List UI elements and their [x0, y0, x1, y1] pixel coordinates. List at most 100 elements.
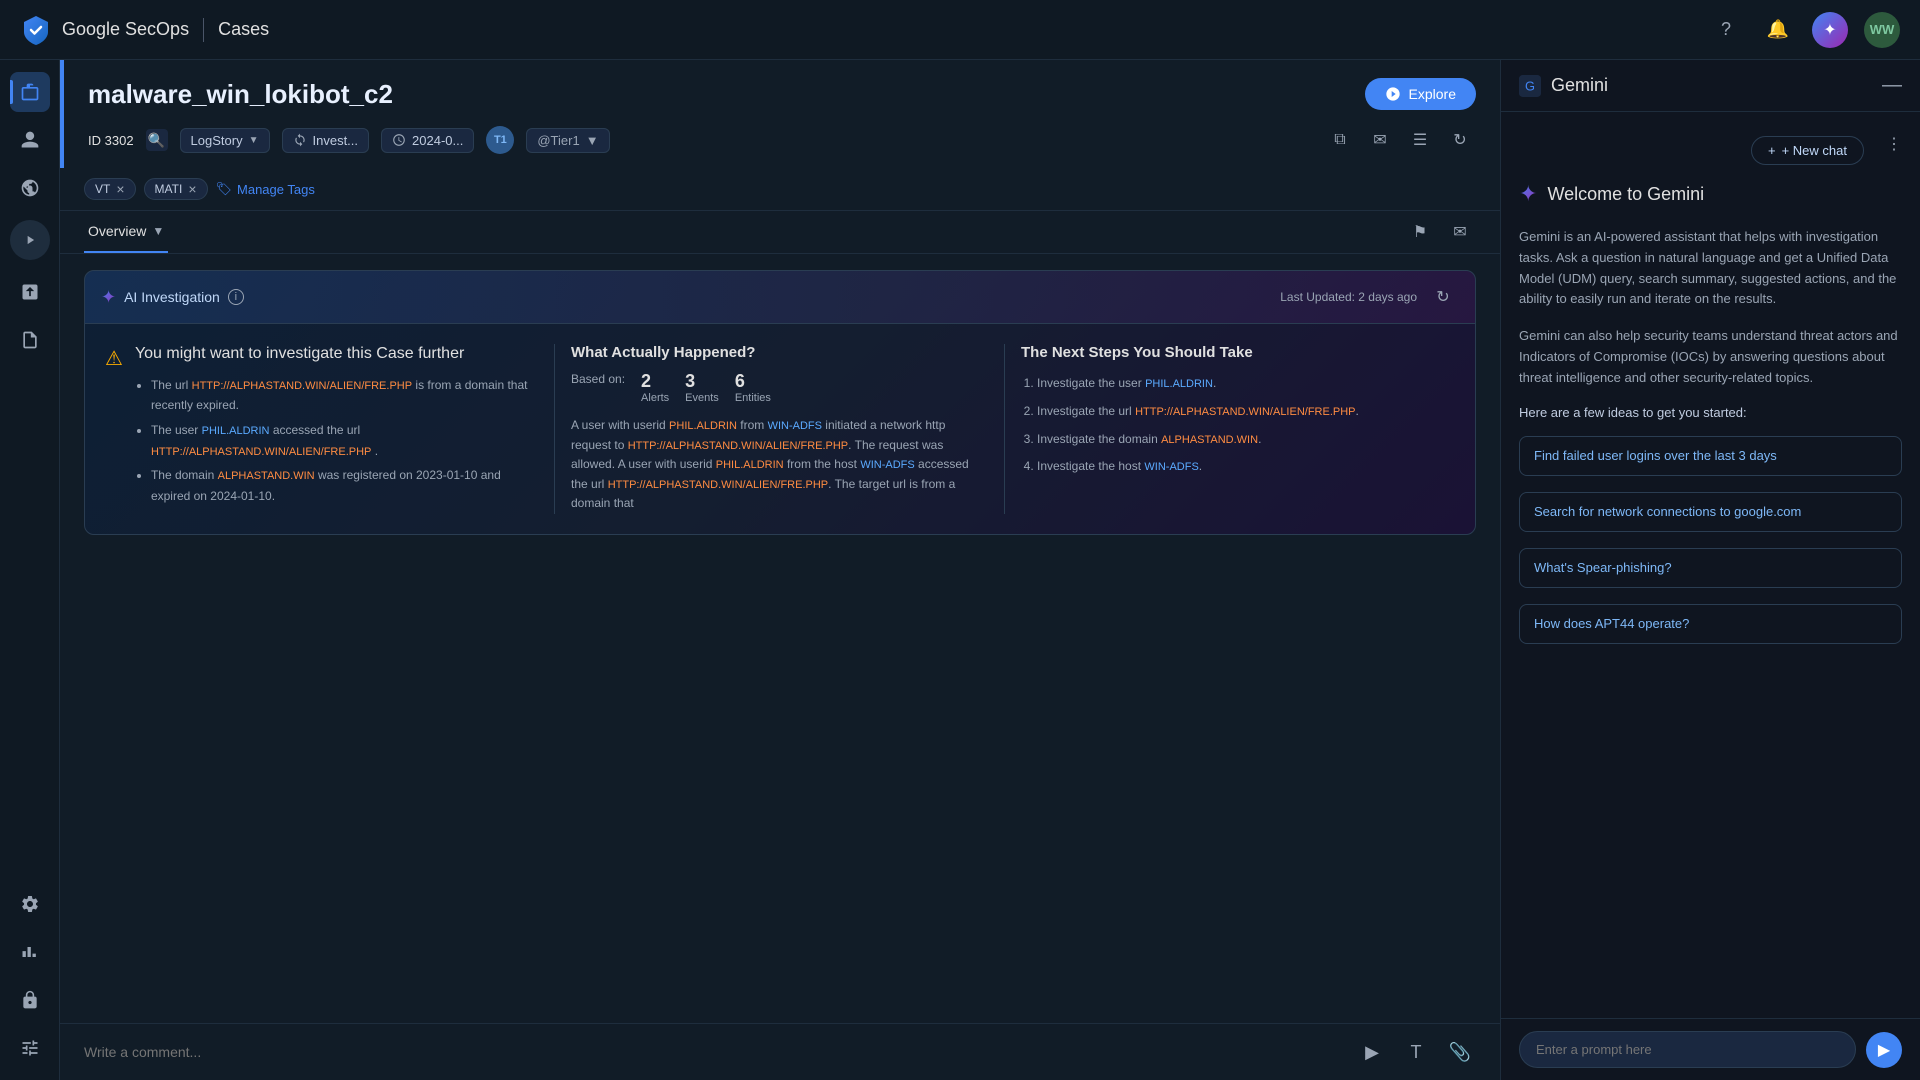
- sidebar-expand-btn[interactable]: [10, 220, 50, 260]
- date-label: 2024-0...: [412, 133, 463, 148]
- alerts-stat: 2 Alerts: [641, 371, 669, 404]
- meta-actions: ⧉ ✉ ☰ ↻: [1324, 124, 1476, 156]
- app-title: Google SecOps: [62, 19, 189, 40]
- comment-send-btn[interactable]: ▶: [1356, 1036, 1388, 1068]
- overview-action-2[interactable]: ✉: [1444, 216, 1476, 248]
- gemini-suggestion-2[interactable]: Search for network connections to google…: [1519, 492, 1902, 532]
- tag-mati-label: MATI: [155, 182, 183, 196]
- manage-tags-label: Manage Tags: [237, 182, 315, 197]
- comment-bar: ▶ T 📎: [60, 1023, 1500, 1080]
- sidebar-item-users[interactable]: [10, 120, 50, 160]
- warning-title: You might want to investigate this Case …: [135, 344, 538, 365]
- warning-list: The url HTTP://ALPHASTAND.WIN/ALIEN/FRE.…: [135, 375, 538, 507]
- sidebar-item-reports[interactable]: [10, 320, 50, 360]
- overview-action-1[interactable]: ⚑: [1404, 216, 1436, 248]
- ai-inv-header: ✦ AI Investigation i Last Updated: 2 day…: [85, 271, 1475, 324]
- gemini-send-btn[interactable]: ▶: [1866, 1032, 1902, 1068]
- gemini-suggestion-3[interactable]: What's Spear-phishing?: [1519, 548, 1902, 588]
- sidebar-item-metrics[interactable]: [10, 932, 50, 972]
- comment-input[interactable]: [84, 1044, 1344, 1060]
- ai-inv-title-row: ✦ AI Investigation i: [101, 287, 244, 308]
- topnav-actions: ? 🔔 ✦ WW: [1708, 12, 1900, 48]
- source-arrow: ▼: [249, 135, 259, 146]
- link-domain-1: ALPHASTAND.WIN: [218, 470, 315, 482]
- link-user-ns1: PHIL.ALDRIN: [1145, 378, 1213, 390]
- section-title: Cases: [218, 19, 269, 40]
- gemini-ideas-title: Here are a few ideas to get you started:: [1519, 405, 1902, 420]
- new-chat-button[interactable]: + + New chat: [1751, 136, 1864, 165]
- id-info-btn[interactable]: 🔍: [146, 129, 168, 151]
- explore-icon: [1385, 86, 1401, 102]
- next-step-4: Investigate the host WIN-ADFS.: [1037, 456, 1439, 478]
- based-on-label: Based on:: [571, 371, 625, 404]
- sidebar-item-settings[interactable]: [10, 884, 50, 924]
- next-steps-list: Investigate the user PHIL.ALDRIN. Invest…: [1021, 373, 1439, 478]
- warning-column: ⚠ You might want to investigate this Cas…: [105, 344, 555, 514]
- notifications-button[interactable]: 🔔: [1760, 12, 1796, 48]
- help-button[interactable]: ?: [1708, 12, 1744, 48]
- what-happened-text: A user with userid PHIL.ALDRIN from WIN-…: [571, 416, 988, 514]
- gemini-suggestion-4[interactable]: How does APT44 operate?: [1519, 604, 1902, 644]
- gemini-minimize-btn[interactable]: —: [1882, 74, 1902, 97]
- ai-inv-title-text: AI Investigation: [124, 289, 220, 305]
- warning-item-1: The url HTTP://ALPHASTAND.WIN/ALIEN/FRE.…: [151, 375, 538, 416]
- warning-icon: ⚠: [105, 346, 123, 514]
- comment-attach-btn[interactable]: 📎: [1444, 1036, 1476, 1068]
- gemini-prompt-input[interactable]: [1519, 1031, 1856, 1068]
- source-pill[interactable]: LogStory ▼: [180, 128, 270, 153]
- new-chat-more-btn[interactable]: ⋮: [1886, 122, 1902, 165]
- gemini-suggestion-1[interactable]: Find failed user logins over the last 3 …: [1519, 436, 1902, 476]
- email-btn[interactable]: ✉: [1364, 124, 1396, 156]
- tag-mati-remove[interactable]: ×: [188, 182, 196, 196]
- tag-vt-remove[interactable]: ×: [116, 182, 124, 196]
- next-step-1: Investigate the user PHIL.ALDRIN.: [1037, 373, 1439, 395]
- gemini-welcome-title: Welcome to Gemini: [1547, 184, 1704, 205]
- gemini-star-icon: ✦: [1519, 181, 1537, 207]
- tags-row: VT × MATI × 🏷 Manage Tags: [60, 168, 1500, 211]
- user-avatar[interactable]: WW: [1864, 12, 1900, 48]
- left-sidebar: [0, 60, 60, 1080]
- tag-icon: 🏷: [216, 181, 233, 197]
- status-icon: [293, 133, 307, 147]
- gemini-desc-1: Gemini is an AI-powered assistant that h…: [1519, 227, 1902, 310]
- case-meta-row: ID 3302 🔍 LogStory ▼ Invest... 2024-0...…: [88, 124, 1476, 156]
- warning-item-3: The domain ALPHASTAND.WIN was registered…: [151, 465, 538, 506]
- tag-mati: MATI ×: [144, 178, 208, 200]
- content-area: malware_win_lokibot_c2 Explore ID 3302 🔍…: [60, 60, 1500, 1080]
- overview-tab[interactable]: Overview ▼: [84, 211, 168, 253]
- sidebar-item-security[interactable]: [10, 980, 50, 1020]
- ai-refresh-btn[interactable]: ↻: [1427, 281, 1459, 313]
- gemini-welcome-row: ✦ Welcome to Gemini: [1519, 181, 1902, 207]
- comment-format-btn[interactable]: T: [1400, 1036, 1432, 1068]
- explore-button[interactable]: Explore: [1365, 78, 1476, 110]
- link-user-3: PHIL.ALDRIN: [716, 459, 784, 471]
- copy-btn[interactable]: ⧉: [1324, 124, 1356, 156]
- case-header: malware_win_lokibot_c2 Explore ID 3302 🔍…: [60, 60, 1500, 168]
- link-host-2: WIN-ADFS: [860, 459, 914, 471]
- svg-text:G: G: [1525, 78, 1535, 93]
- assignee-arrow: ▼: [586, 133, 599, 148]
- next-steps-title: The Next Steps You Should Take: [1021, 344, 1439, 361]
- link-user-2: PHIL.ALDRIN: [669, 420, 737, 432]
- next-step-2: Investigate the url HTTP://ALPHASTAND.WI…: [1037, 401, 1439, 423]
- gemini-body: ✦ Welcome to Gemini Gemini is an AI-powe…: [1501, 165, 1920, 1018]
- sidebar-item-cases[interactable]: [10, 72, 50, 112]
- gemini-button[interactable]: ✦: [1812, 12, 1848, 48]
- explore-label: Explore: [1409, 86, 1456, 102]
- sidebar-item-config[interactable]: [10, 1028, 50, 1068]
- refresh-btn[interactable]: ↻: [1444, 124, 1476, 156]
- case-title-row: malware_win_lokibot_c2 Explore: [88, 78, 1476, 110]
- status-pill[interactable]: Invest...: [282, 128, 370, 153]
- sidebar-item-network[interactable]: [10, 168, 50, 208]
- sidebar-item-analytics[interactable]: [10, 272, 50, 312]
- main-layout: malware_win_lokibot_c2 Explore ID 3302 🔍…: [0, 60, 1920, 1080]
- link-url-1: HTTP://ALPHASTAND.WIN/ALIEN/FRE.PHP: [192, 380, 412, 392]
- manage-tags-button[interactable]: 🏷 Manage Tags: [216, 181, 315, 197]
- overview-tab-row: Overview ▼ ⚑ ✉: [60, 211, 1500, 254]
- date-pill[interactable]: 2024-0...: [381, 128, 474, 153]
- case-title: malware_win_lokibot_c2: [88, 79, 393, 110]
- assignee-dropdown[interactable]: @Tier1 ▼: [526, 128, 609, 153]
- gemini-header-left: G Gemini: [1519, 75, 1608, 97]
- ai-last-updated: Last Updated: 2 days ago: [1280, 290, 1417, 304]
- list-btn[interactable]: ☰: [1404, 124, 1436, 156]
